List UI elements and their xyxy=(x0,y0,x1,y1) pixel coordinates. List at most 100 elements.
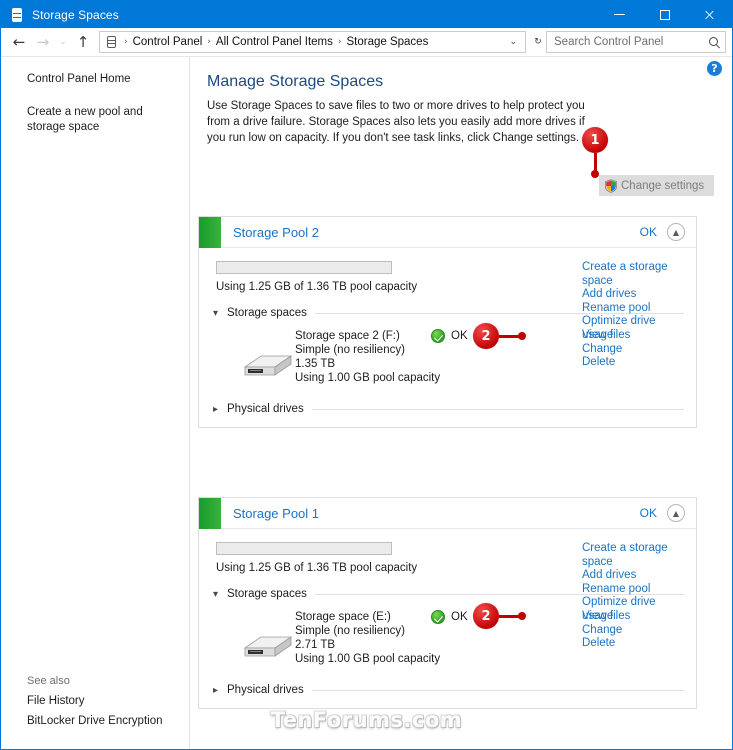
chevron-right-icon[interactable]: ▸ xyxy=(213,404,227,415)
pool-name[interactable]: Storage Pool 2 xyxy=(221,225,640,240)
divider xyxy=(311,408,684,410)
forward-button[interactable]: → xyxy=(31,30,55,54)
space-usage: Using 1.00 GB pool capacity xyxy=(295,653,441,665)
storage-space-info: Storage space 2 (F:) Simple (no resilien… xyxy=(295,329,440,385)
space-size: 2.71 TB xyxy=(295,639,336,651)
storage-space-info: Storage space (E:) Simple (no resiliency… xyxy=(295,610,440,666)
space-action-links: View files Change Delete xyxy=(582,610,686,651)
pool-status-accent xyxy=(199,497,221,529)
refresh-button[interactable]: ↻ xyxy=(530,30,546,54)
capacity-progress-bar xyxy=(216,261,392,274)
help-question-icon[interactable]: ? xyxy=(707,61,722,76)
up-button[interactable]: ↑ xyxy=(71,30,95,54)
minimize-button[interactable] xyxy=(597,1,642,28)
task-add-drives[interactable]: Add drives xyxy=(582,288,686,302)
chevron-up-icon[interactable]: ▲ xyxy=(667,504,685,522)
search-box[interactable]: Search Control Panel xyxy=(546,31,726,53)
see-also-section: See also File History BitLocker Drive En… xyxy=(1,673,189,731)
content-area: ? Manage Storage Spaces Use Storage Spac… xyxy=(190,57,732,749)
sidebar-item-file-history[interactable]: File History xyxy=(1,691,189,711)
space-usage: Using 1.00 GB pool capacity xyxy=(295,372,441,384)
change-settings-label: Change settings xyxy=(621,179,705,192)
sidebar-item-control-panel-home[interactable]: Control Panel Home xyxy=(1,69,189,90)
callout-number: 1 xyxy=(582,127,608,153)
storage-spaces-window: Storage Spaces × ← → ⌄ ↑ › Control Panel… xyxy=(0,0,733,750)
space-size: 1.35 TB xyxy=(295,358,336,370)
chevron-down-icon[interactable]: ▾ xyxy=(213,308,227,319)
ok-check-icon xyxy=(431,610,445,624)
address-bar[interactable]: › Control Panel › All Control Panel Item… xyxy=(99,31,526,53)
action-view-files[interactable]: View files xyxy=(582,329,686,343)
breadcrumb-separator: › xyxy=(207,37,211,47)
task-rename-pool[interactable]: Rename pool xyxy=(582,302,686,316)
page-title: Manage Storage Spaces xyxy=(207,73,384,90)
sidebar: Control Panel Home Create a new pool and… xyxy=(1,57,190,749)
window-body: Control Panel Home Create a new pool and… xyxy=(1,57,732,749)
window-controls: × xyxy=(597,1,732,28)
pool-status-text: OK xyxy=(639,506,657,520)
action-change[interactable]: Change xyxy=(582,624,686,638)
search-icon xyxy=(708,36,721,49)
sidebar-item-bitlocker[interactable]: BitLocker Drive Encryption xyxy=(1,711,189,731)
task-create-storage-space[interactable]: Create a storage space xyxy=(582,542,686,569)
sidebar-item-create-new-pool[interactable]: Create a new pool and storage space xyxy=(1,102,189,138)
storage-pool-panel: Storage Pool 2 OK ▲ Using 1.25 GB of 1.3… xyxy=(198,216,697,428)
pool-name[interactable]: Storage Pool 1 xyxy=(221,506,640,521)
navigation-bar: ← → ⌄ ↑ › Control Panel › All Control Pa… xyxy=(1,28,732,57)
titlebar: Storage Spaces × xyxy=(1,1,732,28)
pool-status-accent xyxy=(199,216,221,248)
physical-drives-label: Physical drives xyxy=(227,403,304,415)
storage-disks-icon xyxy=(9,7,25,23)
uac-shield-icon xyxy=(604,178,618,193)
space-status: OK xyxy=(431,610,468,624)
chevron-down-icon[interactable]: ⌄ xyxy=(503,37,523,47)
storage-spaces-label: Storage spaces xyxy=(227,307,307,319)
see-also-heading: See also xyxy=(27,675,70,687)
callout-marker-2b: 2 xyxy=(473,603,526,629)
space-action-links: View files Change Delete xyxy=(582,329,686,370)
storage-pool-panel: Storage Pool 1 OK ▲ Using 1.25 GB of 1.3… xyxy=(198,497,697,709)
pool-header[interactable]: Storage Pool 2 OK ▲ xyxy=(199,216,696,248)
action-change[interactable]: Change xyxy=(582,343,686,357)
breadcrumb-separator: › xyxy=(124,37,128,47)
space-status: OK xyxy=(431,329,468,343)
chevron-down-icon[interactable]: ▾ xyxy=(213,589,227,600)
maximize-button[interactable] xyxy=(642,1,687,28)
space-resiliency: Simple (no resiliency) xyxy=(295,625,405,637)
task-add-drives[interactable]: Add drives xyxy=(582,569,686,583)
divider xyxy=(311,689,684,691)
page-description: Use Storage Spaces to save files to two … xyxy=(207,100,585,144)
search-input[interactable]: Search Control Panel xyxy=(554,36,708,48)
action-delete[interactable]: Delete xyxy=(582,637,686,651)
pool-body: Using 1.25 GB of 1.36 TB pool capacity C… xyxy=(199,248,696,427)
physical-drives-section-header[interactable]: ▸ Physical drives xyxy=(213,684,684,696)
back-button[interactable]: ← xyxy=(7,30,31,54)
breadcrumb-item-storage-spaces[interactable]: Storage Spaces xyxy=(343,36,431,48)
change-settings-button[interactable]: Change settings xyxy=(599,175,714,196)
window-title: Storage Spaces xyxy=(32,7,119,22)
chevron-right-icon[interactable]: ▸ xyxy=(213,685,227,696)
callout-number: 2 xyxy=(473,603,499,629)
task-create-storage-space[interactable]: Create a storage space xyxy=(582,261,686,288)
storage-disks-icon xyxy=(104,35,119,50)
physical-drives-section-header[interactable]: ▸ Physical drives xyxy=(213,403,684,415)
callout-marker-1: 1 xyxy=(582,127,608,178)
breadcrumb-separator: › xyxy=(337,37,342,47)
breadcrumb-item-all-control-panel-items[interactable]: All Control Panel Items xyxy=(213,36,336,48)
capacity-progress-bar xyxy=(216,542,392,555)
recent-locations-button[interactable]: ⌄ xyxy=(55,30,71,54)
storage-space-row: Storage space (E:) Simple (no resiliency… xyxy=(199,608,696,670)
callout-number: 2 xyxy=(473,323,499,349)
close-icon: × xyxy=(702,4,717,24)
breadcrumb-item-control-panel[interactable]: Control Panel xyxy=(130,36,206,48)
storage-spaces-label: Storage spaces xyxy=(227,588,307,600)
action-delete[interactable]: Delete xyxy=(582,356,686,370)
task-rename-pool[interactable]: Rename pool xyxy=(582,583,686,597)
close-button[interactable]: × xyxy=(687,1,732,28)
pool-status-text: OK xyxy=(639,225,657,239)
chevron-up-icon[interactable]: ▲ xyxy=(667,223,685,241)
action-view-files[interactable]: View files xyxy=(582,610,686,624)
physical-drives-label: Physical drives xyxy=(227,684,304,696)
pool-header[interactable]: Storage Pool 1 OK ▲ xyxy=(199,497,696,529)
ok-check-icon xyxy=(431,329,445,343)
